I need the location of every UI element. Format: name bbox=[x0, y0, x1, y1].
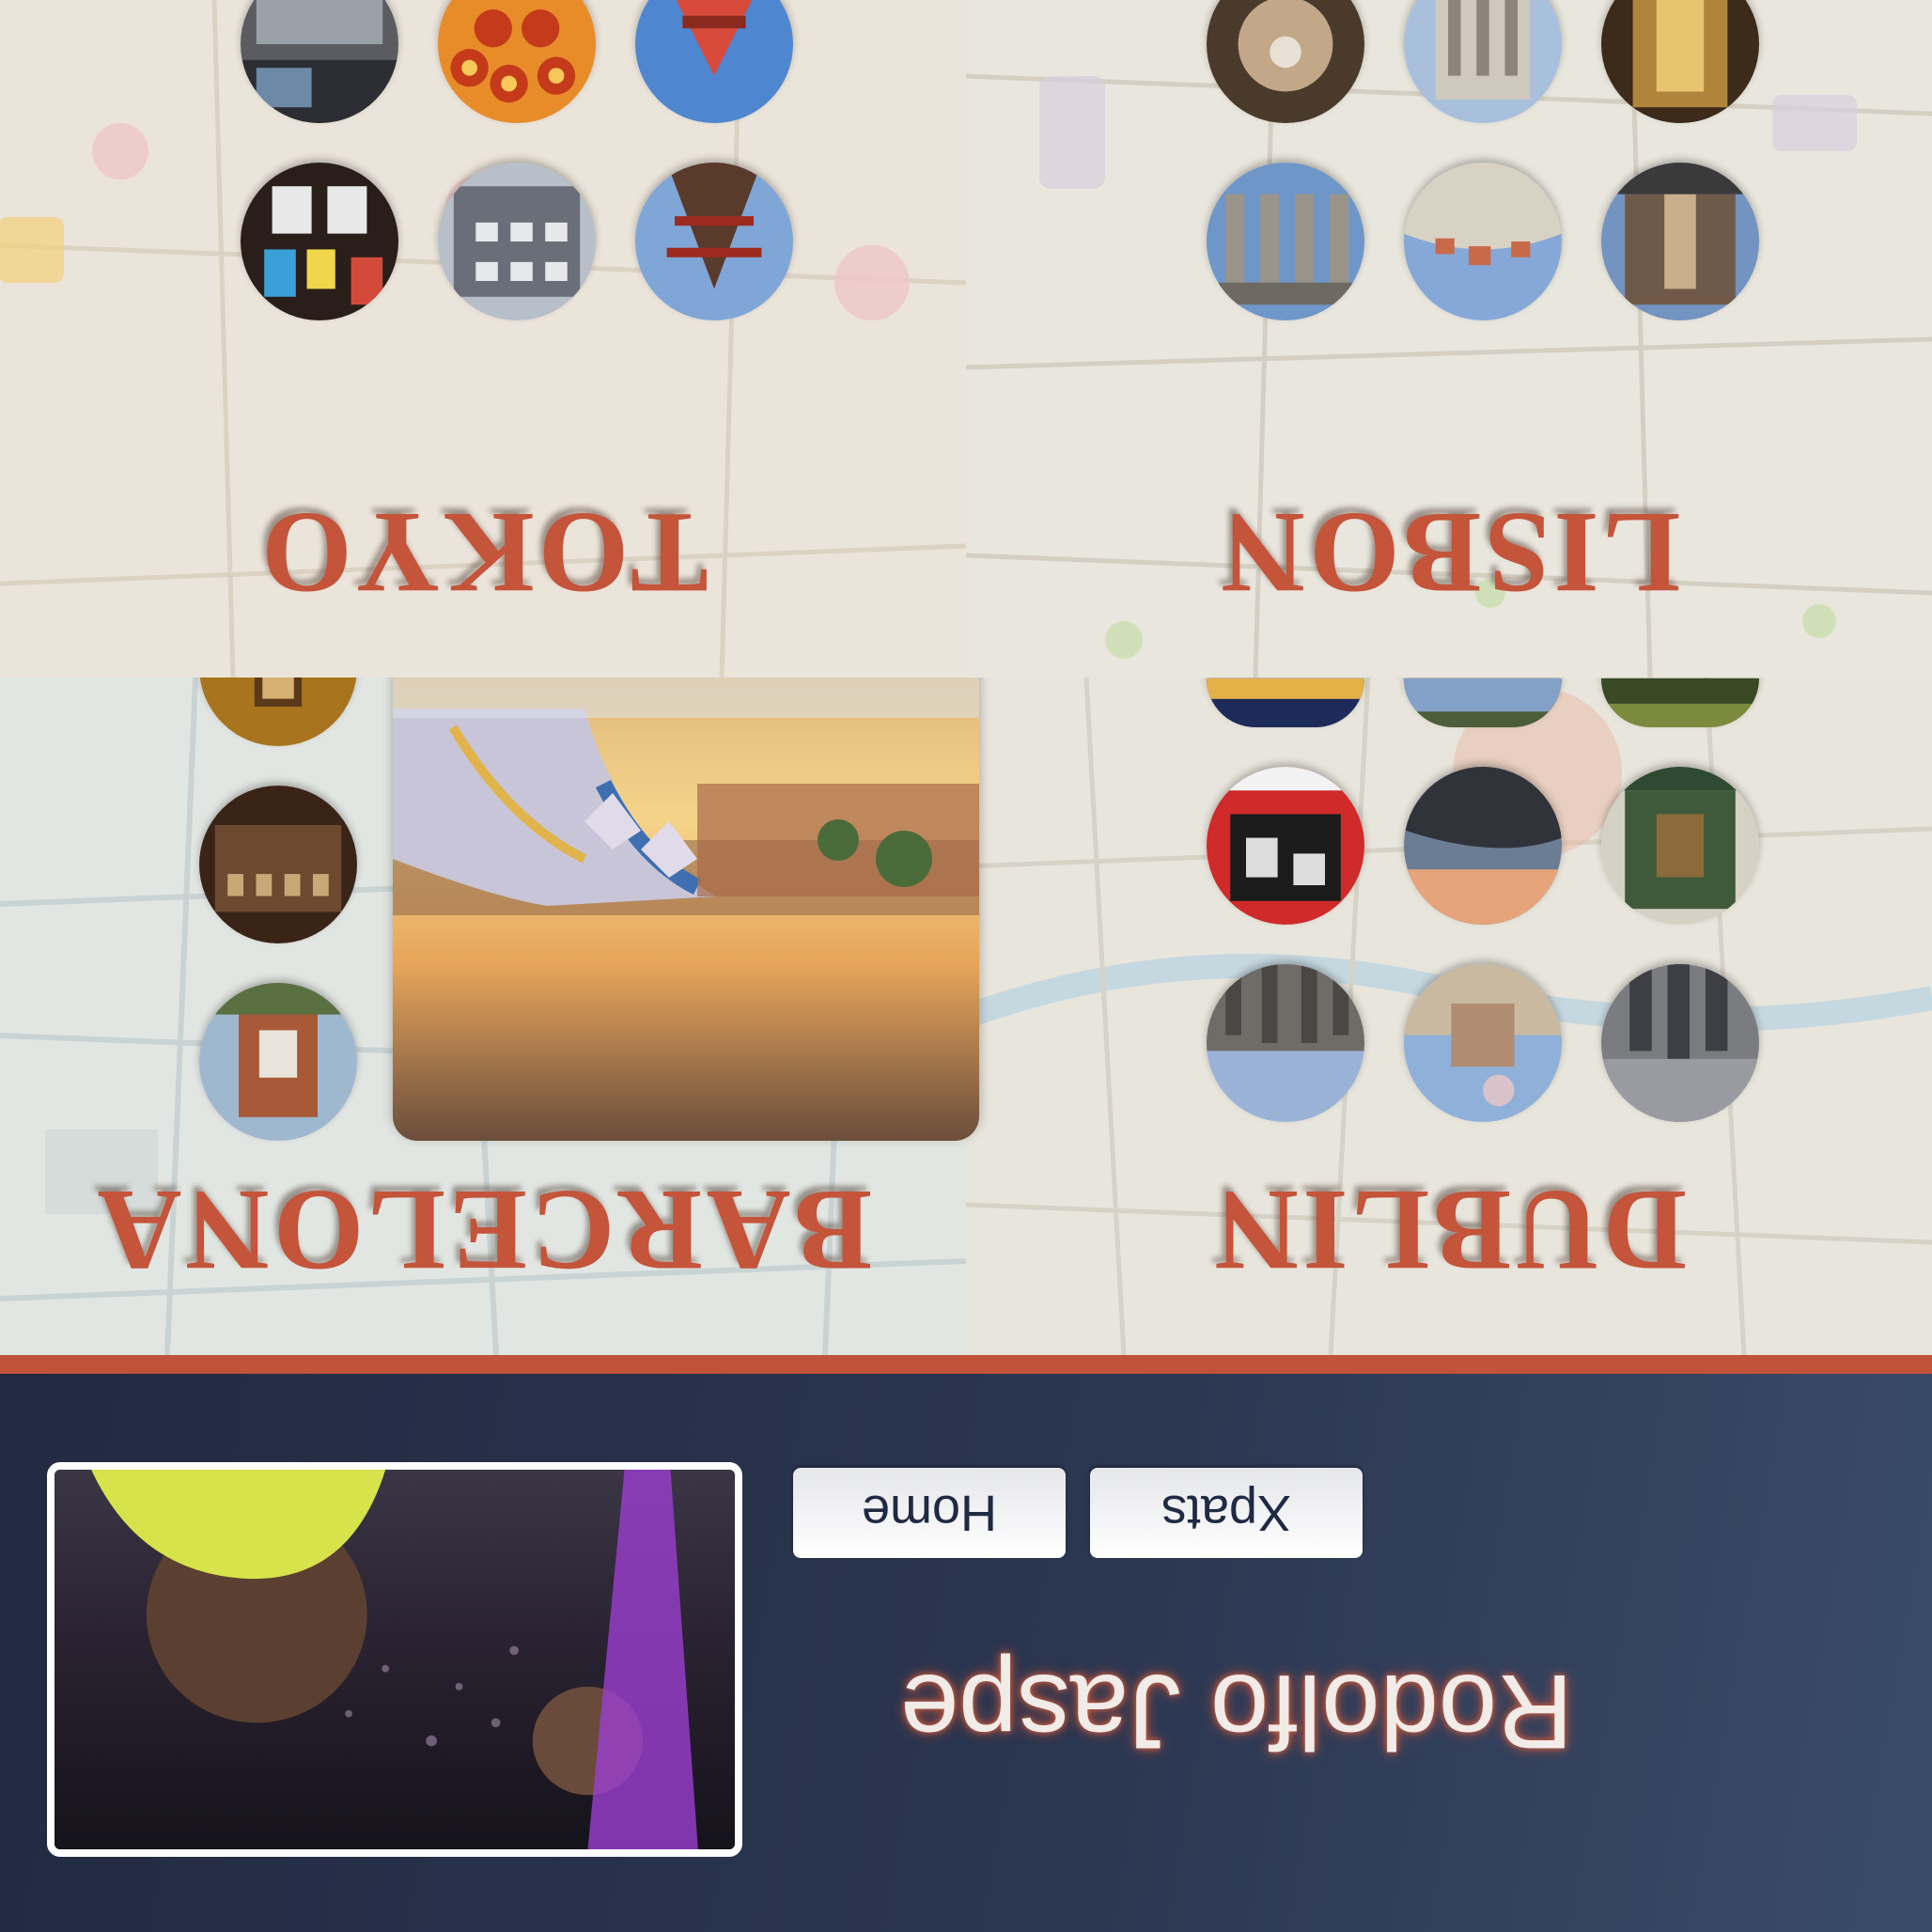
city-panel-tokyo: TOKYO bbox=[0, 0, 966, 678]
photo-thumbnail[interactable] bbox=[1207, 767, 1364, 925]
photo-thumbnail[interactable] bbox=[635, 163, 793, 320]
city-title-tokyo: TOKYO bbox=[257, 489, 709, 617]
city-title-barcelona: BARCELONA bbox=[93, 1166, 873, 1295]
xpats-button[interactable]: Xpats bbox=[1090, 1468, 1363, 1558]
page: Rodolfo Jaspe Home Xpats DUBLIN BARCELON… bbox=[0, 0, 1932, 1932]
photo-thumbnail[interactable] bbox=[241, 163, 398, 320]
profile-name: Rodolfo Jaspe bbox=[899, 1653, 1573, 1770]
photo-thumbnail[interactable] bbox=[1601, 678, 1759, 727]
photo-thumbnail[interactable] bbox=[199, 983, 357, 1141]
photo-thumbnail[interactable] bbox=[1404, 767, 1562, 925]
city-title-lisbon: LISBON bbox=[1217, 489, 1681, 617]
photo-thumbnail[interactable] bbox=[438, 163, 596, 320]
photo-thumbnail[interactable] bbox=[1404, 678, 1562, 727]
photo-thumbnail[interactable] bbox=[1207, 964, 1364, 1122]
photo-thumbnail[interactable] bbox=[1601, 767, 1759, 925]
photo-thumbnail[interactable] bbox=[1207, 678, 1364, 727]
city-panel-dublin: DUBLIN bbox=[966, 678, 1932, 1355]
profile-photo bbox=[47, 1462, 742, 1857]
photo-thumbnail[interactable] bbox=[199, 786, 357, 943]
photo-thumbnail[interactable] bbox=[1404, 964, 1562, 1122]
profile-header: Rodolfo Jaspe Home Xpats bbox=[0, 1374, 1932, 1932]
home-button[interactable]: Home bbox=[793, 1468, 1066, 1558]
photo-thumbnail[interactable] bbox=[1207, 163, 1364, 320]
photo-thumbnail[interactable] bbox=[1601, 163, 1759, 320]
city-title-dublin: DUBLIN bbox=[1210, 1166, 1688, 1295]
photo-thumbnail[interactable] bbox=[1601, 964, 1759, 1122]
header-divider bbox=[0, 1355, 1932, 1374]
photo-thumbnail[interactable] bbox=[1404, 163, 1562, 320]
city-panel-lisbon: LISBON bbox=[966, 0, 1932, 678]
